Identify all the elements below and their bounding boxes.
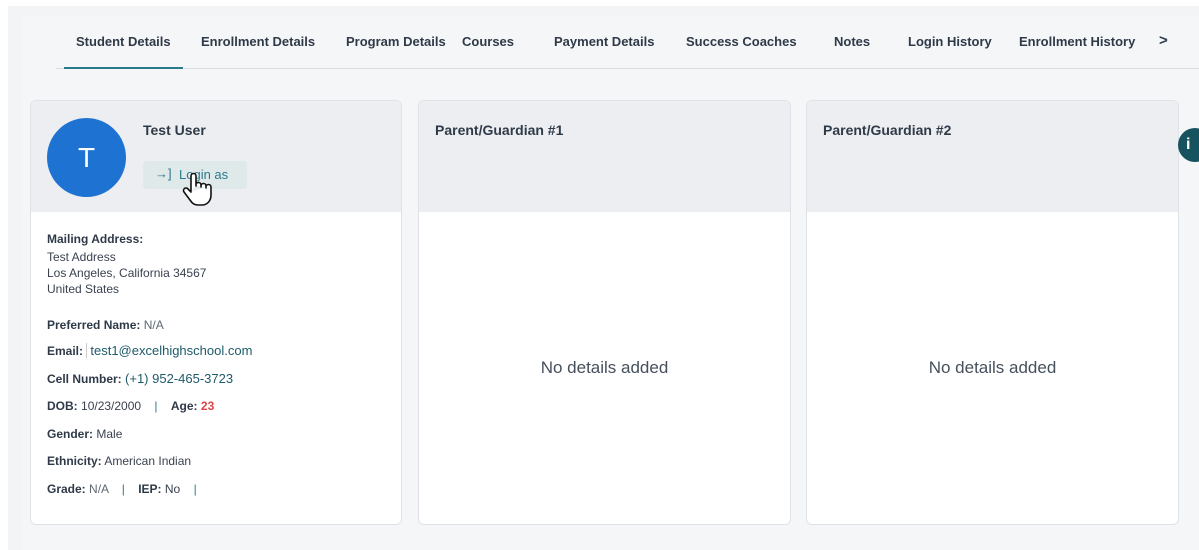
cell-row: Cell Number: (+1) 952-465-3723 [47,371,234,386]
dob-row: DOB: 10/23/2000 | Age: 23 [47,399,215,413]
ethnicity-value: American Indian [104,454,192,468]
gender-row: Gender: Male [47,427,123,441]
address-line-2: Los Angeles, California 34567 [47,266,207,280]
grade-row: Grade: N/A | IEP: No | [47,482,197,496]
guardian-2-card: Parent/Guardian #2 No details added [806,100,1179,525]
tab-student-details[interactable]: Student Details [64,34,183,69]
age-value: 23 [200,399,215,413]
guardian-2-title: Parent/Guardian #2 [823,122,952,138]
gender-value: Male [96,427,123,441]
guardian-1-empty-state: No details added [540,358,669,377]
login-arrow-icon: →] [155,166,172,181]
dob-value: 10/23/2000 [81,399,142,413]
guardian-2-header: Parent/Guardian #2 [807,101,1178,212]
email-row: Email: test1@excelhighschool.com [47,343,253,358]
tab-bar: Student Details Enrollment Details Progr… [56,24,1199,69]
avatar: T [47,118,126,197]
tab-enrollment-history[interactable]: Enrollment History [1019,34,1135,49]
email-link[interactable]: test1@excelhighschool.com [86,343,253,358]
ethnicity-row: Ethnicity: American Indian [47,454,192,468]
student-name: Test User [143,122,206,138]
tab-enrollment-details[interactable]: Enrollment Details [201,34,315,49]
address-line-3: United States [47,282,120,296]
guardian-1-header: Parent/Guardian #1 [419,101,790,212]
tab-success-coaches[interactable]: Success Coaches [686,34,797,49]
guardian-1-title: Parent/Guardian #1 [435,122,564,138]
guardian-2-empty-state: No details added [928,358,1057,377]
tab-program-details[interactable]: Program Details [346,34,446,49]
mailing-address-label: Mailing Address: [47,232,144,246]
grade-value: N/A [89,482,109,496]
divider: | [121,482,125,496]
cell-link[interactable]: (+1) 952-465-3723 [125,371,233,386]
tab-courses[interactable]: Courses [462,34,514,49]
guardian-1-card: Parent/Guardian #1 No details added [418,100,791,525]
divider: | [193,482,197,496]
preferred-name-value: N/A [143,318,164,332]
tab-login-history[interactable]: Login History [908,34,992,49]
iep-value: No [164,482,181,496]
address-line-1: Test Address [47,250,116,264]
student-card: T Test User →] Login as Mailing Address:… [30,100,402,525]
chevron-right-icon[interactable]: > [1159,32,1168,49]
student-card-header: T Test User →] Login as [31,101,401,212]
preferred-name-row: Preferred Name: N/A [47,318,164,332]
divider: | [154,399,158,413]
tab-notes[interactable]: Notes [834,34,870,49]
hand-cursor-icon [182,172,212,206]
tab-payment-details[interactable]: Payment Details [554,34,654,49]
